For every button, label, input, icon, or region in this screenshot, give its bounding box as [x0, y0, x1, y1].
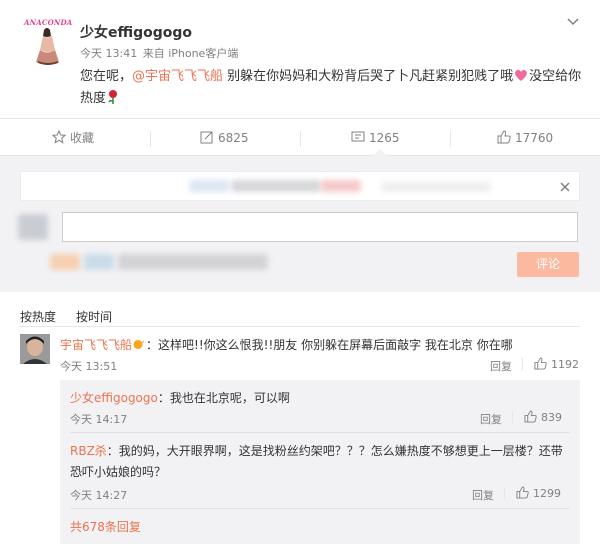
- reply-separator: [70, 432, 570, 433]
- composer-avatar: [18, 214, 48, 240]
- comment-divider: [522, 358, 523, 370]
- action-divider: [150, 131, 151, 147]
- forward-count: 6825: [218, 131, 249, 145]
- composer-toolbar-blur: [50, 254, 80, 270]
- reply-like-count: 1299: [533, 487, 561, 500]
- comment-input[interactable]: [62, 212, 578, 242]
- post-avatar[interactable]: ANACONDA: [24, 16, 72, 68]
- redacted-block: [381, 182, 491, 192]
- reply-line: 少女effigogogo：我也在北京呢，可以啊: [70, 389, 290, 406]
- reply-text: ：我也在北京呢，可以啊: [157, 391, 290, 405]
- comment-text: ：这样吧!!你这么恨我!!朋友 你别躲在屏幕后面敲字 我在北京 你在哪: [146, 338, 513, 352]
- post-content: 您在呢，@宇宙飞飞飞船 别躲在你妈妈和大粉背后哭了卜凡赶紧别犯贱了哦 没空给你热度: [80, 66, 585, 110]
- comment-icon: [351, 130, 365, 144]
- reply-like-count: 839: [541, 411, 562, 424]
- sort-tab-hot[interactable]: 按热度: [20, 308, 56, 325]
- comment-author[interactable]: 宇宙飞飞飞船: [60, 338, 132, 352]
- verified-badge-icon: [133, 339, 145, 350]
- post-mention-link[interactable]: @宇宙飞飞飞船: [132, 69, 223, 84]
- action-divider: [450, 131, 451, 147]
- favorite-button[interactable]: 收藏: [52, 119, 94, 157]
- more-replies-link[interactable]: 共678条回复: [70, 518, 141, 535]
- comment-like-button[interactable]: 1192: [534, 357, 579, 371]
- sort-divider: [20, 326, 580, 327]
- post-action-bar: 收藏 6825 1265 17760: [0, 118, 600, 156]
- reply-author[interactable]: RBZ杀: [70, 444, 107, 458]
- reply-reply-button[interactable]: 回复: [472, 487, 494, 503]
- star-icon: [52, 130, 66, 144]
- redacted-block: [231, 180, 321, 192]
- comment-submit-label: 评论: [535, 257, 560, 271]
- like-count: 17760: [515, 131, 554, 145]
- post-text-before: 您在呢，: [80, 69, 133, 84]
- forward-button[interactable]: 6825: [200, 119, 249, 157]
- composer-banner: [20, 171, 580, 201]
- comment-time: 今天 13:51: [60, 360, 118, 373]
- avatar-logo-text: ANACONDA: [24, 18, 73, 27]
- heart-emoji-icon: [513, 67, 529, 83]
- thumbs-up-icon: [534, 357, 547, 370]
- reply-text: ：我的妈，大开眼界啊，这是找粉丝约架吧？？？怎么嫌热度不够想更上一层楼？还带: [106, 444, 563, 458]
- like-button[interactable]: 17760: [497, 119, 553, 157]
- thumbs-up-icon: [497, 130, 511, 144]
- thumbs-up-icon: [516, 486, 529, 499]
- redacted-block: [189, 180, 229, 192]
- comment-line: 宇宙飞飞飞船 ：这样吧!!你这么恨我!!朋友 你别躲在屏幕后面敲字 我在北京 你在…: [60, 336, 585, 353]
- collapse-chevron-icon[interactable]: [566, 14, 580, 28]
- reply-like-button[interactable]: 1299: [516, 486, 561, 500]
- comment-like-count: 1192: [551, 358, 579, 371]
- action-divider: [300, 131, 301, 147]
- post-time[interactable]: 今天 13:41: [80, 47, 137, 60]
- reply-like-button[interactable]: 839: [524, 410, 562, 424]
- reply-line: RBZ杀：我的妈，大开眼界啊，这是找粉丝约架吧？？？怎么嫌热度不够想更上一层楼？…: [70, 442, 563, 459]
- reply-separator: [70, 508, 570, 509]
- replies-box: 少女effigogogo：我也在北京呢，可以啊 今天 14:17 回复 839 …: [60, 380, 580, 544]
- comment-composer: 评论: [0, 156, 600, 292]
- favorite-label: 收藏: [70, 131, 95, 145]
- post-meta: 今天 13:41 来自 iPhone客户端: [80, 45, 238, 61]
- composer-toolbar-blur: [84, 254, 114, 270]
- reply-divider: [504, 487, 505, 499]
- reply-time: 今天 14:17: [70, 413, 128, 426]
- post-author-name[interactable]: 少女effigogogo: [80, 22, 192, 42]
- post-source[interactable]: 来自 iPhone客户端: [143, 47, 239, 60]
- rose-emoji-icon: [106, 89, 120, 105]
- reply-author[interactable]: 少女effigogogo: [70, 391, 158, 405]
- thumbs-up-icon: [524, 410, 537, 423]
- comment-reply-button[interactable]: 回复: [490, 358, 512, 374]
- reply-time: 今天 14:27: [70, 489, 128, 502]
- commenter-avatar[interactable]: [20, 334, 50, 364]
- redacted-block: [321, 180, 361, 192]
- close-icon[interactable]: [559, 181, 571, 193]
- forward-icon: [200, 130, 214, 144]
- reply-divider: [512, 411, 513, 423]
- post-text-mid: 别躲在你妈妈和大粉背后哭了卜凡赶紧别犯贱了哦: [223, 69, 514, 84]
- composer-toolbar-blur: [118, 254, 268, 270]
- reply-reply-button[interactable]: 回复: [480, 411, 502, 427]
- comment-active-caret: [373, 149, 387, 156]
- comment-submit-button[interactable]: 评论: [517, 252, 579, 277]
- sort-tab-time[interactable]: 按时间: [76, 308, 112, 325]
- comment-count: 1265: [369, 131, 400, 145]
- reply-text-continued: 恐吓小姑娘的吗？: [70, 465, 167, 479]
